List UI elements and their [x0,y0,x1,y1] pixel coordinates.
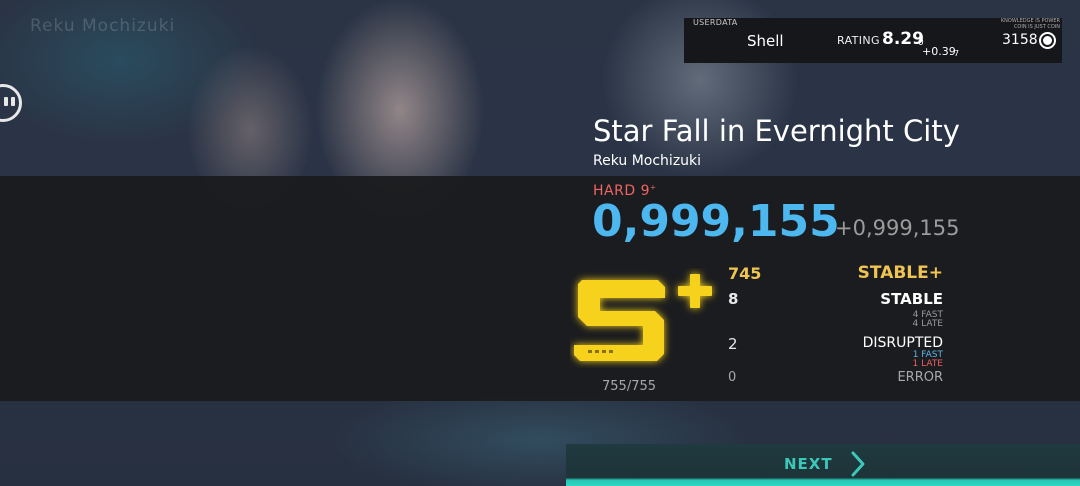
disrupted-label: DISRUPTED [862,335,943,351]
stable-plus-count: 745 [728,264,762,283]
stable-plus-label: STABLE+ [857,263,943,283]
next-label[interactable]: NEXT [784,455,833,473]
coin-text: COIN IS JUST COIN [1013,24,1060,30]
score: 0,999,155 [592,196,840,247]
stable-late: 4 LATE [912,319,943,329]
disrupted-late: 1 LATE [912,359,943,369]
userdata-bar: USERDATA Shell RATING 8.29 0 +0.39 7 KNO… [684,18,1062,63]
userdata-label: USERDATA [693,18,738,27]
notes-progress: 755/755 [602,379,657,394]
coin-icon [1039,32,1056,49]
coin-count: 3158 [1002,32,1038,48]
chevron-right-icon[interactable] [848,450,868,478]
difficulty-plus: + [649,183,657,192]
username: Shell [747,32,784,50]
disrupted-count: 2 [728,335,738,353]
score-delta: +0,999,155 [835,216,960,240]
error-label: ERROR [897,370,943,385]
error-count: 0 [728,370,737,385]
background-text: Reku Mochizuki [30,16,176,36]
stable-count: 8 [728,290,739,308]
rating-label: RATING [837,34,880,47]
song-title: Star Fall in Evernight City [593,114,960,148]
grade-s-plus-icon [574,274,712,361]
rating-delta: +0.39 [922,45,956,58]
rating-delta-small-digit: 7 [954,49,960,58]
song-artist: Reku Mochizuki [593,153,702,169]
stable-label: STABLE [880,290,943,308]
